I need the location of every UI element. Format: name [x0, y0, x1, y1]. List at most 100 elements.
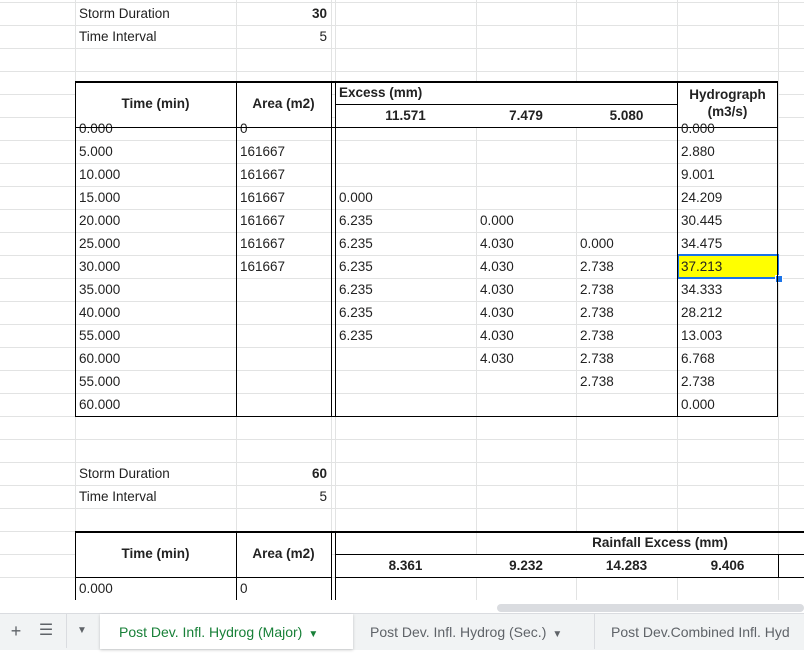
horizontal-scrollbar[interactable]	[497, 604, 804, 612]
hydrograph-cell[interactable]: 34.333	[677, 278, 782, 301]
hydrograph-cell[interactable]: 37.213	[677, 255, 782, 278]
header-rainfall-excess[interactable]: Rainfall Excess (mm)	[576, 531, 744, 554]
excess-3-cell[interactable]: 2.738	[576, 347, 681, 370]
area-cell[interactable]	[236, 347, 335, 370]
excess-1-cell[interactable]	[335, 347, 480, 370]
header-excess[interactable]: Excess (mm)	[335, 81, 681, 104]
area-cell[interactable]: 161667	[236, 186, 335, 209]
excess-2-cell[interactable]	[476, 163, 580, 186]
excess-2-cell[interactable]	[476, 370, 580, 393]
excess-3-cell[interactable]	[576, 140, 681, 163]
hydrograph-cell[interactable]: 2.880	[677, 140, 782, 163]
time-cell[interactable]: 35.000	[75, 278, 240, 301]
time-cell[interactable]: 60.000	[75, 393, 240, 416]
excess-2-cell[interactable]	[476, 140, 580, 163]
time-cell[interactable]: 0.000	[75, 117, 240, 140]
excess-2-cell[interactable]: 4.030	[476, 255, 580, 278]
hydrograph-cell[interactable]: 6.768	[677, 347, 782, 370]
excess-3-cell[interactable]	[576, 163, 681, 186]
excess-3-cell[interactable]	[576, 186, 681, 209]
excess-1-cell[interactable]: 6.235	[335, 301, 480, 324]
hydrograph-cell[interactable]: 0.000	[677, 117, 782, 140]
excess-1-cell[interactable]	[335, 163, 480, 186]
excess-1-cell[interactable]: 6.235	[335, 209, 480, 232]
header-time-2[interactable]: Time (min)	[75, 531, 236, 577]
area-cell[interactable]: 161667	[236, 163, 335, 186]
time-cell-2[interactable]: 0.000	[75, 577, 240, 600]
excess-3-cell[interactable]: 0.000	[576, 232, 681, 255]
excess-2-cell[interactable]: 4.030	[476, 278, 580, 301]
storm-duration-label[interactable]: Storm Duration	[75, 2, 240, 25]
hydrograph-cell[interactable]: 13.003	[677, 324, 782, 347]
header-excess-2-2[interactable]: 9.232	[476, 554, 576, 577]
time-interval-label-2[interactable]: Time Interval	[75, 485, 240, 508]
time-cell[interactable]: 10.000	[75, 163, 240, 186]
excess-2-cell[interactable]: 4.030	[476, 232, 580, 255]
area-cell[interactable]: 161667	[236, 232, 335, 255]
time-cell[interactable]: 40.000	[75, 301, 240, 324]
excess-2-cell[interactable]	[476, 117, 580, 140]
excess-2-cell[interactable]: 4.030	[476, 301, 580, 324]
excess-2-cell[interactable]: 0.000	[476, 209, 580, 232]
time-cell[interactable]: 20.000	[75, 209, 240, 232]
hydrograph-cell[interactable]: 24.209	[677, 186, 782, 209]
excess-1-cell[interactable]: 6.235	[335, 255, 480, 278]
time-interval-value[interactable]: 5	[236, 25, 331, 48]
spreadsheet-grid[interactable]: Storm Duration 30 Time Interval 5 Time (min)…	[0, 0, 804, 600]
tab-post-dev-major[interactable]: Post Dev. Infl. Hydrog (Major) ▼	[100, 614, 353, 649]
area-cell[interactable]	[236, 393, 335, 416]
time-cell[interactable]: 60.000	[75, 347, 240, 370]
header-excess-2-4[interactable]: 9.406	[677, 554, 778, 577]
excess-3-cell[interactable]: 2.738	[576, 370, 681, 393]
time-cell[interactable]: 55.000	[75, 370, 240, 393]
tab-post-dev-sec[interactable]: Post Dev. Infl. Hydrog (Sec.) ▼	[354, 614, 595, 649]
excess-3-cell[interactable]	[576, 209, 681, 232]
hydrograph-cell[interactable]: 9.001	[677, 163, 782, 186]
excess-3-cell[interactable]: 2.738	[576, 324, 681, 347]
tab-scroll-button[interactable]: ▼	[66, 614, 97, 648]
area-cell[interactable]	[236, 324, 335, 347]
excess-3-cell[interactable]: 2.738	[576, 301, 681, 324]
hydrograph-cell[interactable]: 34.475	[677, 232, 782, 255]
hydrograph-cell[interactable]: 2.738	[677, 370, 782, 393]
time-cell[interactable]: 5.000	[75, 140, 240, 163]
header-excess-2-1[interactable]: 8.361	[335, 554, 476, 577]
excess-3-cell[interactable]	[576, 393, 681, 416]
hydrograph-cell[interactable]: 0.000	[677, 393, 782, 416]
excess-1-cell[interactable]	[335, 370, 480, 393]
hydrograph-cell[interactable]: 30.445	[677, 209, 782, 232]
excess-2-cell[interactable]	[476, 186, 580, 209]
excess-1-cell[interactable]	[335, 117, 480, 140]
header-excess-2-3[interactable]: 14.283	[576, 554, 677, 577]
excess-3-cell[interactable]	[576, 117, 681, 140]
excess-3-cell[interactable]: 2.738	[576, 278, 681, 301]
excess-1-cell[interactable]: 0.000	[335, 186, 480, 209]
time-interval-value-2[interactable]: 5	[236, 485, 331, 508]
area-cell[interactable]: 0	[236, 117, 335, 140]
time-cell[interactable]: 25.000	[75, 232, 240, 255]
area-cell[interactable]: 161667	[236, 140, 335, 163]
excess-1-cell[interactable]: 6.235	[335, 278, 480, 301]
excess-2-cell[interactable]	[476, 393, 580, 416]
all-sheets-button[interactable]: ☰	[34, 614, 58, 648]
add-sheet-button[interactable]: +	[4, 614, 28, 648]
tab-post-dev-combined[interactable]: Post Dev.Combined Infl. Hyd	[595, 614, 804, 649]
area-cell[interactable]	[236, 278, 335, 301]
area-cell[interactable]: 161667	[236, 255, 335, 278]
time-cell[interactable]: 30.000	[75, 255, 240, 278]
excess-1-cell[interactable]: 6.235	[335, 232, 480, 255]
time-cell[interactable]: 55.000	[75, 324, 240, 347]
excess-2-cell[interactable]: 4.030	[476, 324, 580, 347]
header-area-2[interactable]: Area (m2)	[236, 531, 331, 577]
excess-2-cell[interactable]: 4.030	[476, 347, 580, 370]
excess-1-cell[interactable]: 6.235	[335, 324, 480, 347]
excess-1-cell[interactable]	[335, 393, 480, 416]
area-cell[interactable]	[236, 370, 335, 393]
excess-3-cell[interactable]: 2.738	[576, 255, 681, 278]
area-cell-2[interactable]: 0	[236, 577, 335, 600]
storm-duration-value[interactable]: 30	[236, 2, 331, 25]
time-cell[interactable]: 15.000	[75, 186, 240, 209]
time-interval-label[interactable]: Time Interval	[75, 25, 240, 48]
hydrograph-cell[interactable]: 28.212	[677, 301, 782, 324]
area-cell[interactable]	[236, 301, 335, 324]
